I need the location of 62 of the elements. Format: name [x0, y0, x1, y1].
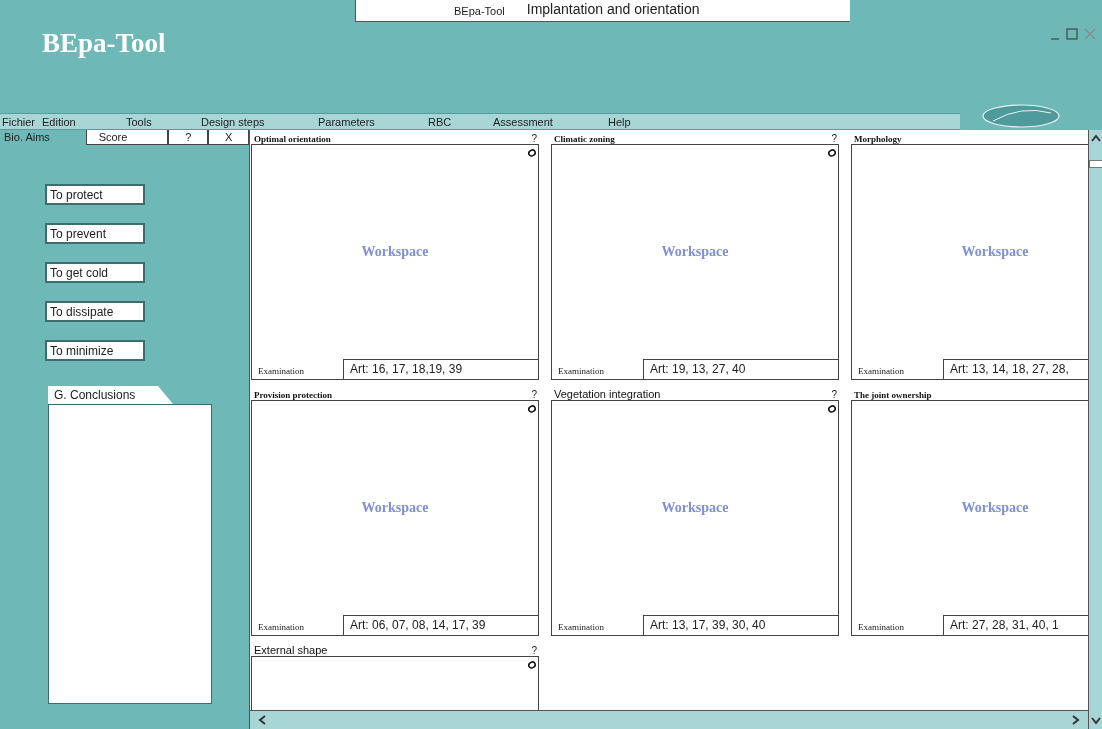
side-tab[interactable]: X — [208, 130, 249, 145]
link-icon[interactable] — [528, 661, 536, 669]
menu-item[interactable]: Design steps — [201, 115, 318, 128]
help-link[interactable]: ? — [831, 389, 837, 400]
workspace-label: Workspace — [361, 244, 429, 260]
menu-item[interactable]: Edition — [42, 115, 126, 128]
vertical-scrollbar[interactable] — [1088, 130, 1102, 729]
help-link[interactable]: ? — [531, 645, 537, 656]
menu-item[interactable]: Help — [608, 115, 688, 128]
help-link[interactable]: ? — [531, 133, 537, 144]
aim-button[interactable]: To protect — [45, 184, 145, 205]
panel-title: Provision protection — [254, 390, 332, 400]
menu-item[interactable]: Assessment — [493, 115, 608, 128]
examination-label: Examination — [557, 365, 605, 378]
scroll-down-icon[interactable] — [1090, 717, 1101, 725]
help-link[interactable]: ? — [531, 389, 537, 400]
conclusions-tab[interactable]: G. Conclusions — [48, 386, 173, 404]
panel-title: The joint ownership — [854, 390, 932, 400]
help-link[interactable]: ? — [831, 133, 837, 144]
panel-title: Optimal orientation — [254, 134, 331, 144]
horizontal-scrollbar[interactable] — [250, 710, 1088, 729]
examination-field[interactable]: Art: 16, 17, 18,19, 39 — [343, 359, 538, 379]
panel-title: Vegetation integration — [554, 388, 661, 400]
panel-title: External shape — [254, 644, 328, 656]
workspace-label: Workspace — [961, 500, 1029, 516]
logo-icon — [982, 103, 1060, 128]
examination-field[interactable]: Art: 06, 07, 08, 14, 17, 39 — [343, 615, 538, 635]
menu-item[interactable]: Fichier — [2, 115, 42, 128]
examination-field[interactable]: Art: 13, 17, 39, 30, 40 — [643, 615, 838, 635]
examination-field[interactable]: Art: 19, 13, 27, 40 — [643, 359, 838, 379]
link-icon[interactable] — [528, 405, 536, 413]
menu-item[interactable]: RBC — [428, 115, 493, 128]
workspace-label: Workspace — [661, 500, 729, 516]
side-tab[interactable]: ? — [168, 130, 209, 145]
window-title: Implantation and orientation — [526, 1, 700, 17]
panel-title: Climatic zoning — [554, 134, 615, 144]
aim-button[interactable]: To minimize — [45, 340, 145, 361]
scroll-left-icon[interactable] — [258, 715, 266, 725]
workspace-label: Workspace — [361, 500, 429, 516]
link-icon[interactable] — [528, 149, 536, 157]
scroll-up-icon[interactable] — [1090, 134, 1101, 142]
workspace-label: Workspace — [661, 244, 729, 260]
scroll-right-icon[interactable] — [1072, 715, 1080, 725]
scroll-thumb[interactable] — [1088, 160, 1102, 168]
examination-label: Examination — [857, 621, 905, 634]
document-tab-label: BEpa-Tool — [454, 5, 505, 17]
examination-label: Examination — [557, 621, 605, 634]
workspace-label: Workspace — [961, 244, 1029, 260]
app-name: BEpa-Tool — [42, 28, 166, 59]
panel-title: Morphology — [854, 134, 902, 144]
examination-label: Examination — [857, 365, 905, 378]
aim-button[interactable]: To dissipate — [45, 301, 145, 322]
maximize-icon[interactable] — [1066, 28, 1078, 40]
menu-item[interactable]: Tools — [126, 115, 201, 128]
aim-button[interactable]: To prevent — [45, 223, 145, 244]
side-tab[interactable]: Score — [85, 130, 169, 145]
link-icon[interactable] — [828, 149, 836, 157]
examination-label: Examination — [257, 621, 305, 634]
examination-label: Examination — [257, 365, 305, 378]
link-icon[interactable] — [828, 405, 836, 413]
aim-button[interactable]: To get cold — [45, 262, 145, 283]
menu-item[interactable]: Parameters — [318, 115, 428, 128]
